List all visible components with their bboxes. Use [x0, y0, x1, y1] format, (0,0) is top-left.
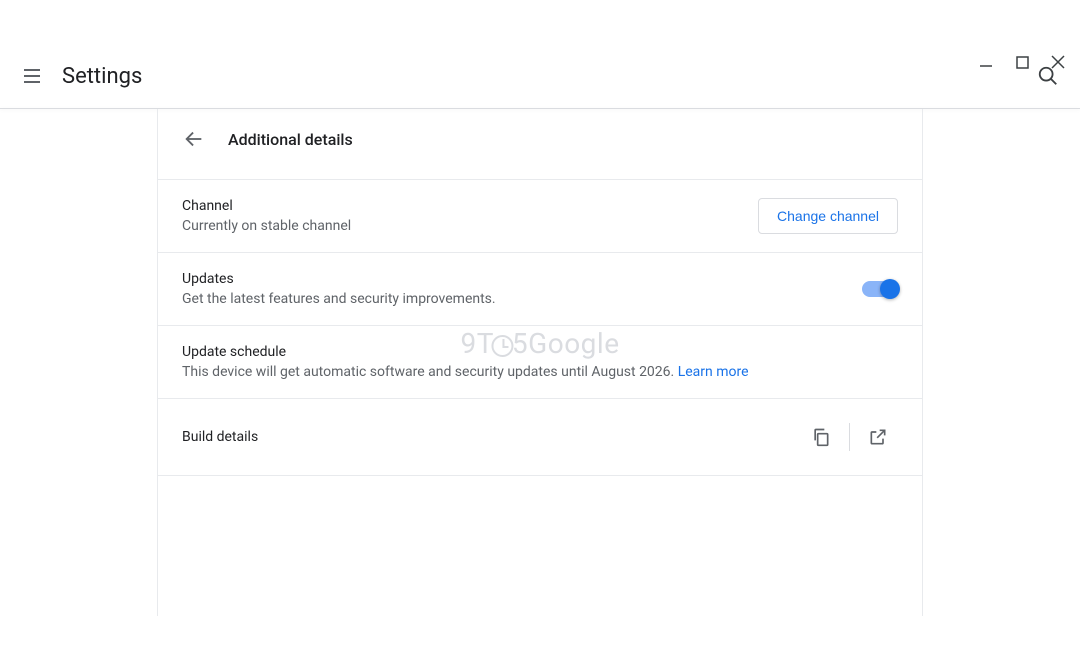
close-button[interactable]: [1048, 52, 1068, 72]
channel-subtitle: Currently on stable channel: [182, 218, 351, 234]
maximize-button[interactable]: [1012, 52, 1032, 72]
divider: [849, 423, 850, 451]
channel-row: Channel Currently on stable channel Chan…: [158, 180, 922, 253]
learn-more-link[interactable]: Learn more: [678, 364, 749, 380]
updates-toggle[interactable]: [862, 281, 898, 297]
updates-title: Updates: [182, 271, 496, 287]
change-channel-button[interactable]: Change channel: [758, 198, 898, 234]
page-title: Additional details: [228, 130, 353, 149]
build-title: Build details: [182, 429, 258, 445]
app-title: Settings: [62, 64, 142, 89]
channel-title: Channel: [182, 198, 351, 214]
updates-subtitle: Get the latest features and security imp…: [182, 291, 496, 307]
build-details-row[interactable]: Build details: [158, 399, 922, 476]
open-external-icon[interactable]: [858, 417, 898, 457]
menu-icon[interactable]: [20, 64, 44, 88]
copy-icon[interactable]: [801, 417, 841, 457]
schedule-title: Update schedule: [182, 344, 749, 360]
back-arrow-icon[interactable]: [182, 127, 206, 151]
updates-row: Updates Get the latest features and secu…: [158, 253, 922, 326]
schedule-subtitle: This device will get automatic software …: [182, 364, 749, 380]
minimize-button[interactable]: [976, 52, 996, 72]
update-schedule-row: Update schedule This device will get aut…: [158, 326, 922, 399]
schedule-text: This device will get automatic software …: [182, 364, 678, 380]
